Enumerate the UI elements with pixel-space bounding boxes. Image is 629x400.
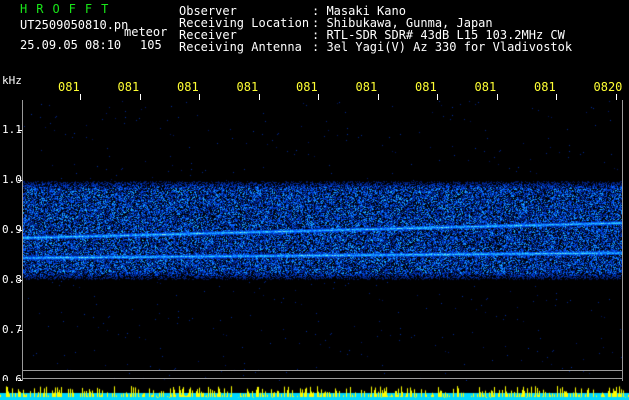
antenna-label: Receiving Antenna <box>179 40 302 54</box>
x-tick-label: 081 <box>355 80 378 94</box>
x-tick-label: 081 <box>415 80 437 94</box>
x-tick-label: 081 <box>177 80 199 94</box>
x-tick-label: 081 <box>296 80 318 94</box>
session-datetime: 25.09.05 08:10 <box>20 38 122 52</box>
app-title: HROFFT <box>20 2 118 16</box>
guide-line-lower <box>22 378 622 379</box>
x-tick-label: 081 <box>58 80 80 94</box>
signal-level-strip <box>0 381 629 400</box>
session-count: 105 <box>140 38 162 52</box>
y-axis-unit: kHz <box>2 74 22 87</box>
guide-line-upper <box>22 370 622 371</box>
x-tick-label: 081 <box>534 80 556 94</box>
x-tick-label: 081 <box>236 80 259 94</box>
spectrogram-heatmap[interactable] <box>22 100 622 381</box>
x-tick-label: 081 <box>117 80 140 94</box>
file-name: UT2509050810.pn <box>20 18 129 32</box>
plot-left-edge <box>22 100 23 390</box>
plot-right-edge <box>622 100 623 390</box>
x-tick-label: 081 <box>474 80 497 94</box>
x-tick-label: 0820 <box>593 80 623 94</box>
antenna-value: : 3el Yagi(V) Az 330 for Vladivostok <box>312 40 573 54</box>
